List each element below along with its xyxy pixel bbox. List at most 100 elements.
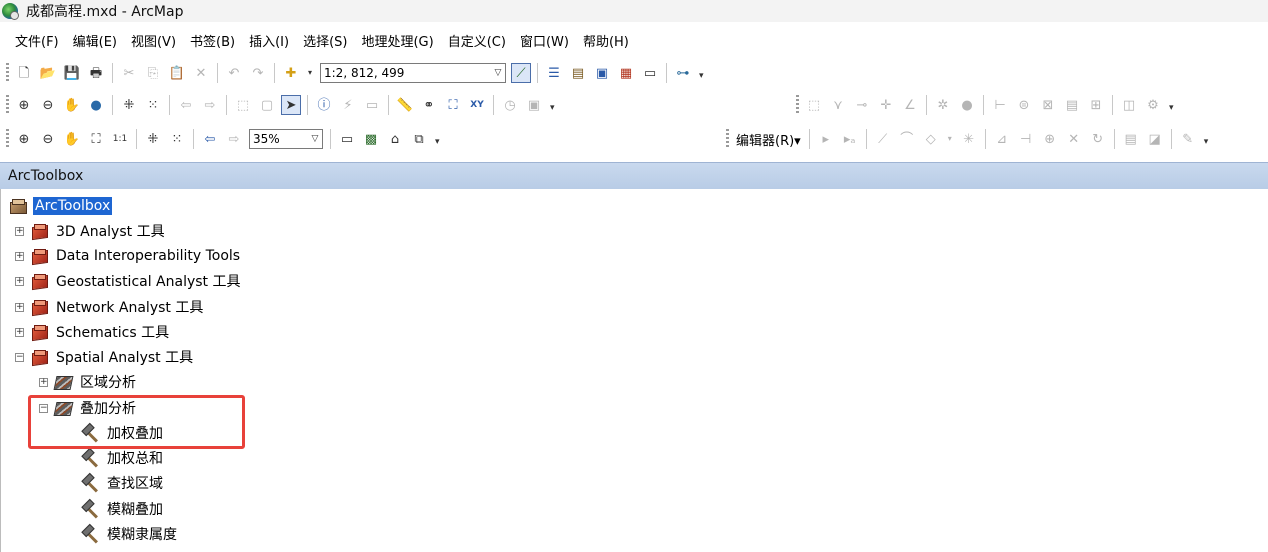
- sketch-properties-icon[interactable]: ◪: [1145, 129, 1165, 149]
- zoom-out-icon[interactable]: ⊖: [38, 95, 58, 115]
- clear-selection-icon[interactable]: ▢: [257, 95, 277, 115]
- tree-item-label[interactable]: Spatial Analyst 工具: [56, 347, 193, 367]
- toolbar-overflow-icon[interactable]: ▾: [1204, 137, 1212, 151]
- reshape-icon[interactable]: ⊣: [1016, 129, 1036, 149]
- go-to-xy-icon[interactable]: XY: [467, 95, 487, 115]
- sphere-icon[interactable]: ●: [957, 95, 977, 115]
- focus-data-frame-icon[interactable]: ▩: [361, 129, 381, 149]
- forward-arrow-icon[interactable]: ⇨: [200, 95, 220, 115]
- midpoint-icon[interactable]: ✳: [959, 129, 979, 149]
- model-builder-icon[interactable]: ⊶: [673, 63, 693, 83]
- vertex-snap-icon[interactable]: ✛: [876, 95, 896, 115]
- edit-vertices-icon[interactable]: ⊿: [992, 129, 1012, 149]
- tool-label[interactable]: 模糊叠加: [107, 499, 163, 519]
- find-binoculars-icon[interactable]: ⚭: [419, 95, 439, 115]
- expand-icon[interactable]: +: [15, 251, 24, 261]
- zoom-100-percent-icon[interactable]: 1:1: [110, 129, 130, 149]
- copy-icon[interactable]: ⎘: [143, 63, 163, 83]
- tree-tool-fuzzy-overlay[interactable]: 模糊叠加: [81, 497, 163, 521]
- cut-polygons-icon[interactable]: ⊕: [1040, 129, 1060, 149]
- new-document-icon[interactable]: 🗋: [14, 63, 34, 83]
- toolbar-overflow-icon[interactable]: ▾: [699, 71, 707, 85]
- edit-tool-arrow-icon[interactable]: ▸: [816, 129, 836, 149]
- arc-segment-icon[interactable]: ⌒: [897, 129, 917, 149]
- add-data-dropdown-icon[interactable]: ▾: [305, 63, 315, 83]
- split-icon[interactable]: ✕: [1064, 129, 1084, 149]
- fixed-zoom-out-icon[interactable]: ⁙: [143, 95, 163, 115]
- save-icon[interactable]: 💾: [62, 63, 82, 83]
- grid-icon[interactable]: ⊞: [1086, 95, 1106, 115]
- tree-tool-locate-regions[interactable]: 查找区域: [81, 471, 163, 495]
- zoom-in-icon[interactable]: ⊕: [14, 95, 34, 115]
- table-of-contents-icon[interactable]: ☰: [544, 63, 564, 83]
- end-snap-icon[interactable]: ⊸: [852, 95, 872, 115]
- tool-label[interactable]: 加权叠加: [107, 423, 163, 443]
- tree-item-schematics[interactable]: + Schematics 工具: [15, 320, 169, 344]
- menu-bookmarks[interactable]: 书签(B): [183, 31, 242, 50]
- collapse-icon[interactable]: −: [15, 352, 24, 362]
- catalog-icon[interactable]: ▤: [568, 63, 588, 83]
- straight-segment-icon[interactable]: ⟋: [873, 129, 893, 149]
- tree-item-data-interoperability[interactable]: + Data Interoperability Tools: [15, 244, 240, 268]
- tree-item-label[interactable]: Network Analyst 工具: [56, 297, 203, 317]
- toolbar-overflow-icon[interactable]: ▾: [435, 137, 443, 151]
- open-folder-icon[interactable]: 📂: [38, 63, 58, 83]
- layers-icon[interactable]: ◫: [1119, 95, 1139, 115]
- toolbar-grip[interactable]: [6, 95, 9, 115]
- tree-item-spatial-analyst[interactable]: − Spatial Analyst 工具: [15, 345, 193, 369]
- menu-customize[interactable]: 自定义(C): [441, 31, 513, 50]
- map-scale-combo[interactable]: 1:2, 812, 499 ▽: [320, 63, 506, 83]
- expand-icon[interactable]: +: [15, 327, 24, 337]
- tree-tool-weighted-overlay[interactable]: 加权叠加: [81, 421, 163, 445]
- create-features-icon[interactable]: ✎: [1178, 129, 1198, 149]
- snap-tool-icon[interactable]: ⬚: [804, 95, 824, 115]
- layout-zoom-out-icon[interactable]: ⊖: [38, 129, 58, 149]
- go-forward-extent-icon[interactable]: ⇨: [224, 129, 244, 149]
- tree-item-3d-analyst[interactable]: + 3D Analyst 工具: [15, 219, 165, 243]
- layout-zoom-in-icon[interactable]: ⊕: [14, 129, 34, 149]
- delete-icon[interactable]: ✕: [191, 63, 211, 83]
- python-window-icon[interactable]: ▭: [640, 63, 660, 83]
- viewer-window-icon[interactable]: ▣: [524, 95, 544, 115]
- dropdown-arrow-icon[interactable]: ▾: [945, 129, 955, 149]
- print-icon[interactable]: 🖶: [86, 63, 106, 83]
- toolbar-grip[interactable]: [6, 63, 9, 83]
- table-icon[interactable]: ▤: [1062, 95, 1082, 115]
- tree-item-label[interactable]: 区域分析: [80, 372, 136, 392]
- tool-label[interactable]: 查找区域: [107, 473, 163, 493]
- editor-toolbar-icon[interactable]: ⟋: [511, 63, 531, 83]
- tool-label[interactable]: 模糊隶属度: [107, 524, 177, 544]
- rotate-icon[interactable]: ↻: [1088, 129, 1108, 149]
- sketch-icon[interactable]: ✲: [933, 95, 953, 115]
- settings-gear-icon[interactable]: ⚙: [1143, 95, 1163, 115]
- tree-item-overlay-toolset[interactable]: − 叠加分析: [39, 396, 136, 420]
- tree-item-zonal-toolset[interactable]: + 区域分析: [39, 370, 136, 394]
- menu-geoprocessing[interactable]: 地理处理(G): [354, 31, 440, 50]
- undo-icon[interactable]: ↶: [224, 63, 244, 83]
- select-features-icon[interactable]: ⬚: [233, 95, 253, 115]
- measure-icon[interactable]: 📏: [395, 95, 415, 115]
- html-popup-icon[interactable]: ▭: [362, 95, 382, 115]
- tree-item-label[interactable]: Schematics 工具: [56, 322, 169, 342]
- tree-item-label[interactable]: Geostatistical Analyst 工具: [56, 271, 241, 291]
- search-window-icon[interactable]: ▣: [592, 63, 612, 83]
- paste-icon[interactable]: 📋: [167, 63, 187, 83]
- full-extent-globe-icon[interactable]: ●: [86, 95, 106, 115]
- validate-icon[interactable]: ⊠: [1038, 95, 1058, 115]
- zoom-whole-page-icon[interactable]: ⛶: [86, 129, 106, 149]
- toolbar-grip[interactable]: [6, 129, 9, 149]
- layout-fixed-zoom-in-icon[interactable]: ⁜: [143, 129, 163, 149]
- tree-tool-weighted-sum[interactable]: 加权总和: [81, 446, 163, 470]
- tree-item-label[interactable]: Data Interoperability Tools: [56, 248, 240, 264]
- back-arrow-icon[interactable]: ⇦: [176, 95, 196, 115]
- edit-annotation-icon[interactable]: ▸ₐ: [840, 129, 860, 149]
- add-data-icon[interactable]: ✚: [281, 63, 301, 83]
- edge-snap-icon[interactable]: ∠: [900, 95, 920, 115]
- menu-view[interactable]: 视图(V): [124, 31, 183, 50]
- hyperlink-icon[interactable]: ⚡: [338, 95, 358, 115]
- layout-zoom-combo[interactable]: 35% ▽: [249, 129, 323, 149]
- tree-root[interactable]: ArcToolbox: [9, 194, 113, 218]
- menu-edit[interactable]: 编辑(E): [66, 31, 124, 50]
- menu-file[interactable]: 文件(F): [8, 31, 66, 50]
- expand-icon[interactable]: +: [15, 302, 24, 312]
